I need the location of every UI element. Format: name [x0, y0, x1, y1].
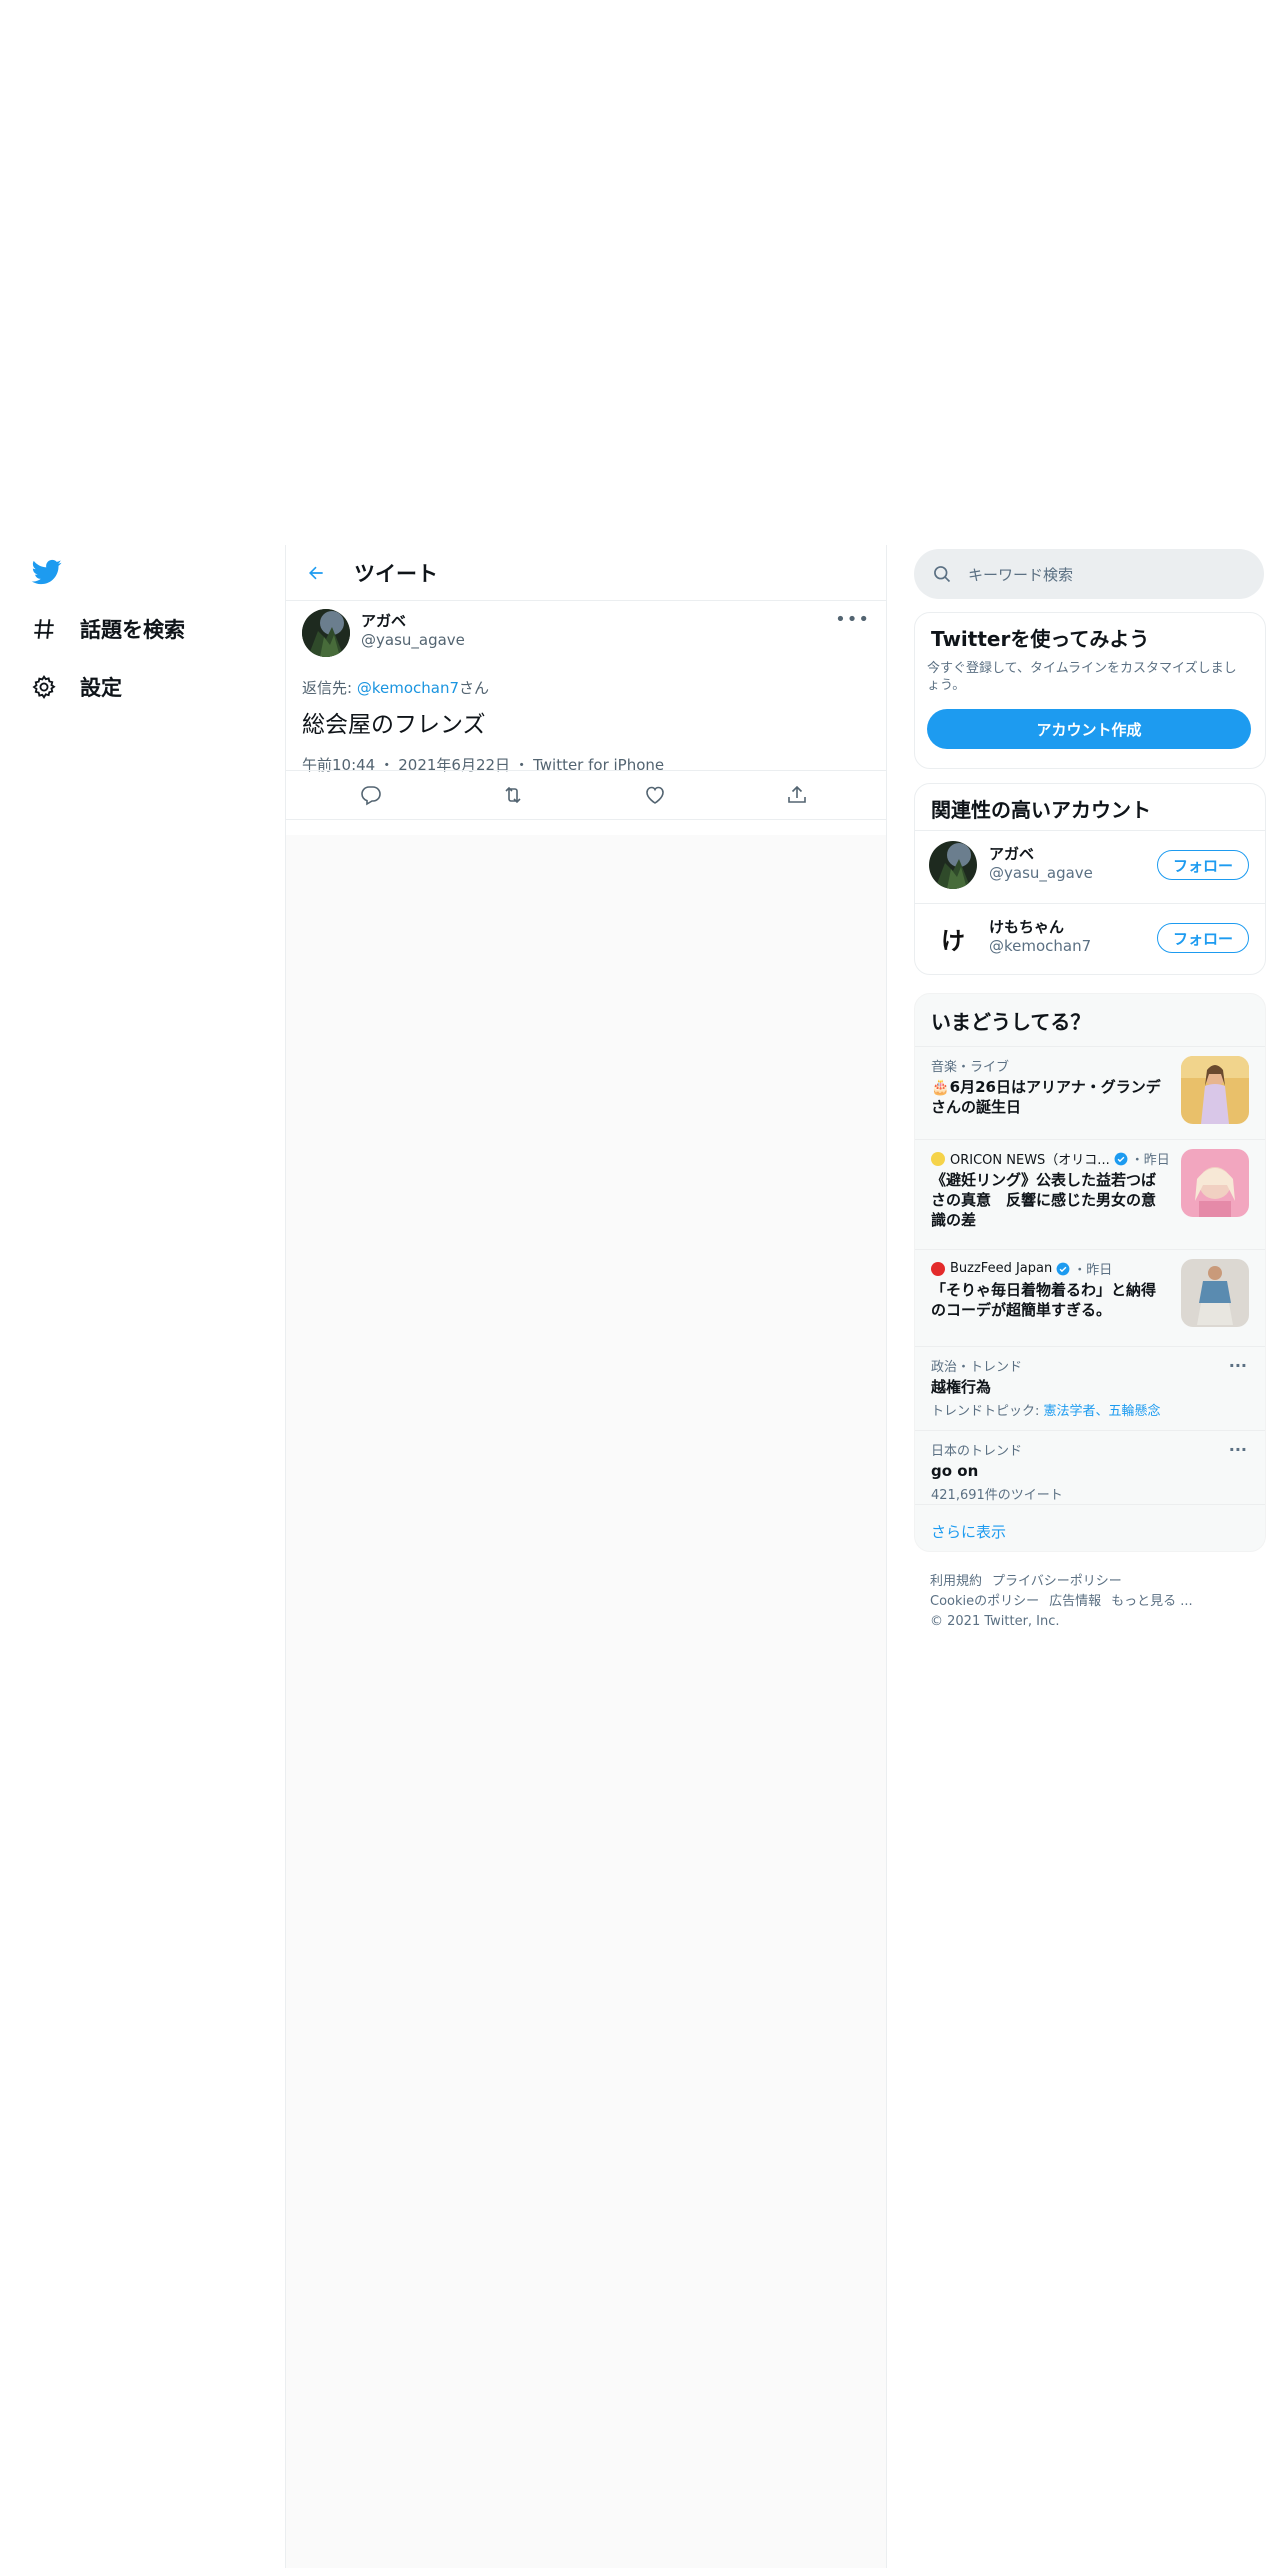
avatar[interactable]: [302, 609, 350, 657]
trend-topic-links[interactable]: 憲法学者、五輪懸念: [1044, 1404, 1161, 1419]
trend-source: ORICON NEWS（オリコ...: [950, 1153, 1110, 1168]
avatar[interactable]: け: [929, 914, 977, 962]
footer-link-terms[interactable]: 利用規約: [930, 1574, 982, 1589]
trend-source: BuzzFeed Japan: [950, 1261, 1053, 1276]
trend-subtitle: 421,691件のツイート: [931, 1488, 1063, 1503]
tweet-actions: [286, 770, 886, 820]
account-name: アガベ: [989, 845, 1035, 863]
reply-mention-link[interactable]: @kemochan7: [357, 679, 459, 697]
search-icon: [934, 566, 951, 583]
nav-item-explore[interactable]: 話題を検索: [30, 607, 185, 651]
tweet: アガベ @yasu_agave ••• 返信先: @kemochan7さん 総会…: [302, 609, 870, 775]
footer-link-privacy[interactable]: プライバシーポリシー: [992, 1574, 1122, 1589]
create-account-button[interactable]: アカウント作成: [927, 709, 1251, 749]
account-handle: @yasu_agave: [989, 864, 1093, 882]
trend-title: go on: [931, 1462, 979, 1480]
related-title: 関連性の高いアカウント: [931, 798, 1151, 822]
gear-icon: [30, 673, 58, 701]
more-options-icon[interactable]: ···: [1229, 1356, 1247, 1375]
author-handle[interactable]: @yasu_agave: [361, 631, 465, 649]
divider: [915, 1430, 1265, 1431]
divider: [915, 1249, 1265, 1250]
nav-label-settings: 設定: [80, 676, 122, 700]
trend-category: 政治・トレンド: [931, 1360, 1023, 1375]
divider: [915, 1046, 1265, 1047]
main-header: ツイート: [286, 545, 886, 601]
account-item[interactable]: け けもちゃん @kemochan7 フォロー: [915, 903, 1265, 974]
twitter-logo-icon[interactable]: [30, 557, 64, 587]
page: 話題を検索 設定 ツイート アガベ @yasu_agave ••• 返信先: @…: [0, 0, 1284, 2568]
back-button[interactable]: [298, 555, 334, 591]
tweet-text: 総会屋のフレンズ: [302, 712, 486, 738]
search-input[interactable]: キーワード検索: [968, 564, 1073, 585]
account-name: けもちゃん: [989, 918, 1065, 936]
reply-prefix: 返信先:: [302, 679, 357, 697]
author-name[interactable]: アガベ: [361, 610, 406, 631]
trend-title: 🎂6月26日はアリアナ・グランデさんの誕生日: [931, 1078, 1161, 1116]
trend-title: 《避妊リング》公表した益若つばさの真意 反響に感じた男女の意識の差: [931, 1171, 1157, 1229]
trend-item[interactable]: ORICON NEWS（オリコ... ・昨日 《避妊リング》公表した益若つばさの…: [931, 1149, 1249, 1230]
signup-description: 今すぐ登録して、タイムラインをカスタマイズしましょう。: [927, 661, 1237, 693]
trend-title: 越権行為: [931, 1378, 992, 1396]
divider: [915, 1139, 1265, 1140]
divider: [915, 1346, 1265, 1347]
footer-link-ads[interactable]: 広告情報: [1049, 1594, 1101, 1609]
back-arrow-icon: [309, 566, 323, 579]
more-options-icon[interactable]: •••: [835, 609, 870, 630]
trend-title: 「そりゃ毎日着物着るわ」と納得のコーデが超簡単すぎる。: [931, 1281, 1157, 1319]
trend-time: ・昨日: [1130, 1153, 1170, 1168]
tweet-header: アガベ @yasu_agave •••: [302, 609, 870, 661]
oricon-source-icon: [931, 1151, 945, 1166]
like-heart-icon[interactable]: [643, 783, 667, 807]
trend-sub-prefix: トレンドトピック:: [931, 1404, 1044, 1419]
divider: [915, 1504, 1265, 1505]
reply-suffix: さん: [459, 679, 490, 697]
trends-title: いまどうしてる？: [931, 1010, 1091, 1034]
retweet-icon[interactable]: [501, 783, 525, 807]
main-column: ツイート アガベ @yasu_agave ••• 返信先: @kemochan7…: [285, 545, 887, 2568]
share-icon[interactable]: [785, 783, 809, 807]
trend-item[interactable]: 政治・トレンド 越権行為 トレンドトピック: 憲法学者、五輪懸念 ···: [931, 1356, 1249, 1419]
footer-copyright: © 2021 Twitter, Inc.: [930, 1614, 1060, 1629]
show-more-link[interactable]: さらに表示: [931, 1521, 1006, 1542]
page-title: ツイート: [354, 561, 438, 586]
avatar-text: け: [941, 926, 965, 955]
hashtag-icon: [30, 615, 58, 643]
trend-item[interactable]: 音楽・ライブ 🎂6月26日はアリアナ・グランデさんの誕生日: [931, 1056, 1249, 1124]
trend-thumbnail: [1181, 1259, 1249, 1327]
more-options-icon[interactable]: ···: [1229, 1440, 1247, 1459]
signup-title: Twitterを使ってみよう: [931, 627, 1150, 651]
nav-item-settings[interactable]: 設定: [30, 665, 122, 709]
footer: 利用規約 プライバシーポリシー Cookieのポリシー 広告情報 もっと見る ... …: [930, 1572, 1250, 1632]
trend-thumbnail: [1181, 1149, 1249, 1217]
footer-link-more[interactable]: もっと見る ...: [1111, 1594, 1193, 1609]
trend-subtitle: トレンドトピック: 憲法学者、五輪懸念: [931, 1400, 1249, 1419]
account-handle: @kemochan7: [989, 937, 1092, 955]
account-item[interactable]: アガベ @yasu_agave フォロー: [915, 830, 1265, 903]
nav-label-explore: 話題を検索: [80, 618, 185, 642]
trend-item[interactable]: BuzzFeed Japan ・昨日 「そりゃ毎日着物着るわ」と納得のコーデが超…: [931, 1259, 1249, 1327]
trend-category: 日本のトレンド: [931, 1444, 1023, 1459]
main-empty-area: [286, 835, 886, 2568]
trend-thumbnail: [1181, 1056, 1249, 1124]
buzzfeed-source-icon: [931, 1261, 945, 1276]
verified-badge-icon: [1056, 1262, 1070, 1275]
reply-icon[interactable]: [359, 783, 383, 807]
trends-card: いまどうしてる？ 音楽・ライブ 🎂6月26日はアリアナ・グランデさんの誕生日 O…: [914, 993, 1266, 1552]
footer-link-cookies[interactable]: Cookieのポリシー: [930, 1594, 1039, 1609]
follow-button[interactable]: フォロー: [1157, 923, 1249, 953]
related-accounts-card: 関連性の高いアカウント アガベ @yasu_agave フォロー け けもちゃん…: [914, 783, 1266, 975]
follow-button[interactable]: フォロー: [1157, 850, 1249, 880]
signup-card: Twitterを使ってみよう 今すぐ登録して、タイムラインをカスタマイズしましょ…: [914, 612, 1266, 769]
search-bar[interactable]: キーワード検索: [914, 549, 1264, 599]
verified-badge-icon: [1114, 1152, 1128, 1165]
trend-time: ・昨日: [1073, 1263, 1113, 1278]
reply-to: 返信先: @kemochan7さん: [302, 677, 870, 698]
trend-item[interactable]: 日本のトレンド go on 421,691件のツイート ···: [931, 1440, 1249, 1503]
avatar[interactable]: [929, 841, 977, 889]
